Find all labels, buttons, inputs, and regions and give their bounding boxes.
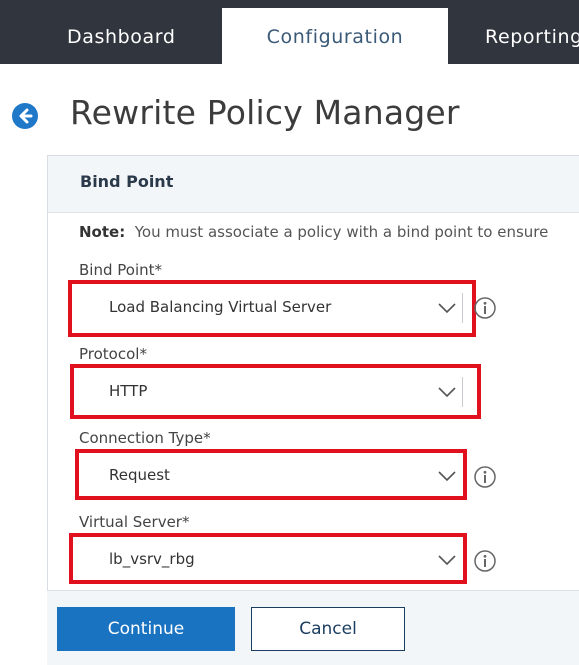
top-nav: Dashboard Configuration Reporting [0,0,579,64]
info-icon[interactable] [473,465,497,489]
tab-reporting[interactable]: Reporting [485,8,579,64]
highlight-box-connection-type [75,449,467,500]
page-title: Rewrite Policy Manager [70,93,460,132]
highlight-box-protocol [70,364,481,419]
highlight-box-virtual-server [69,533,467,584]
note-label: Note: [79,223,126,241]
back-arrow-icon[interactable] [12,103,38,129]
bind-point-label: Bind Point* [79,261,162,279]
note-text: Note: You must associate a policy with a… [79,223,579,241]
info-icon[interactable] [473,296,497,320]
virtual-server-label: Virtual Server* [79,513,190,531]
tab-dashboard[interactable]: Dashboard [67,8,217,64]
connection-type-label: Connection Type* [79,429,211,447]
tab-configuration[interactable]: Configuration [222,8,448,64]
protocol-label: Protocol* [79,345,147,363]
highlight-box-bind-point [68,280,476,337]
panel-title: Bind Point [80,172,174,191]
note-body: You must associate a policy with a bind … [134,223,549,241]
cancel-button[interactable]: Cancel [251,607,405,651]
continue-button[interactable]: Continue [57,607,235,651]
panel-header: Bind Point [48,156,579,213]
info-icon[interactable] [473,549,497,573]
